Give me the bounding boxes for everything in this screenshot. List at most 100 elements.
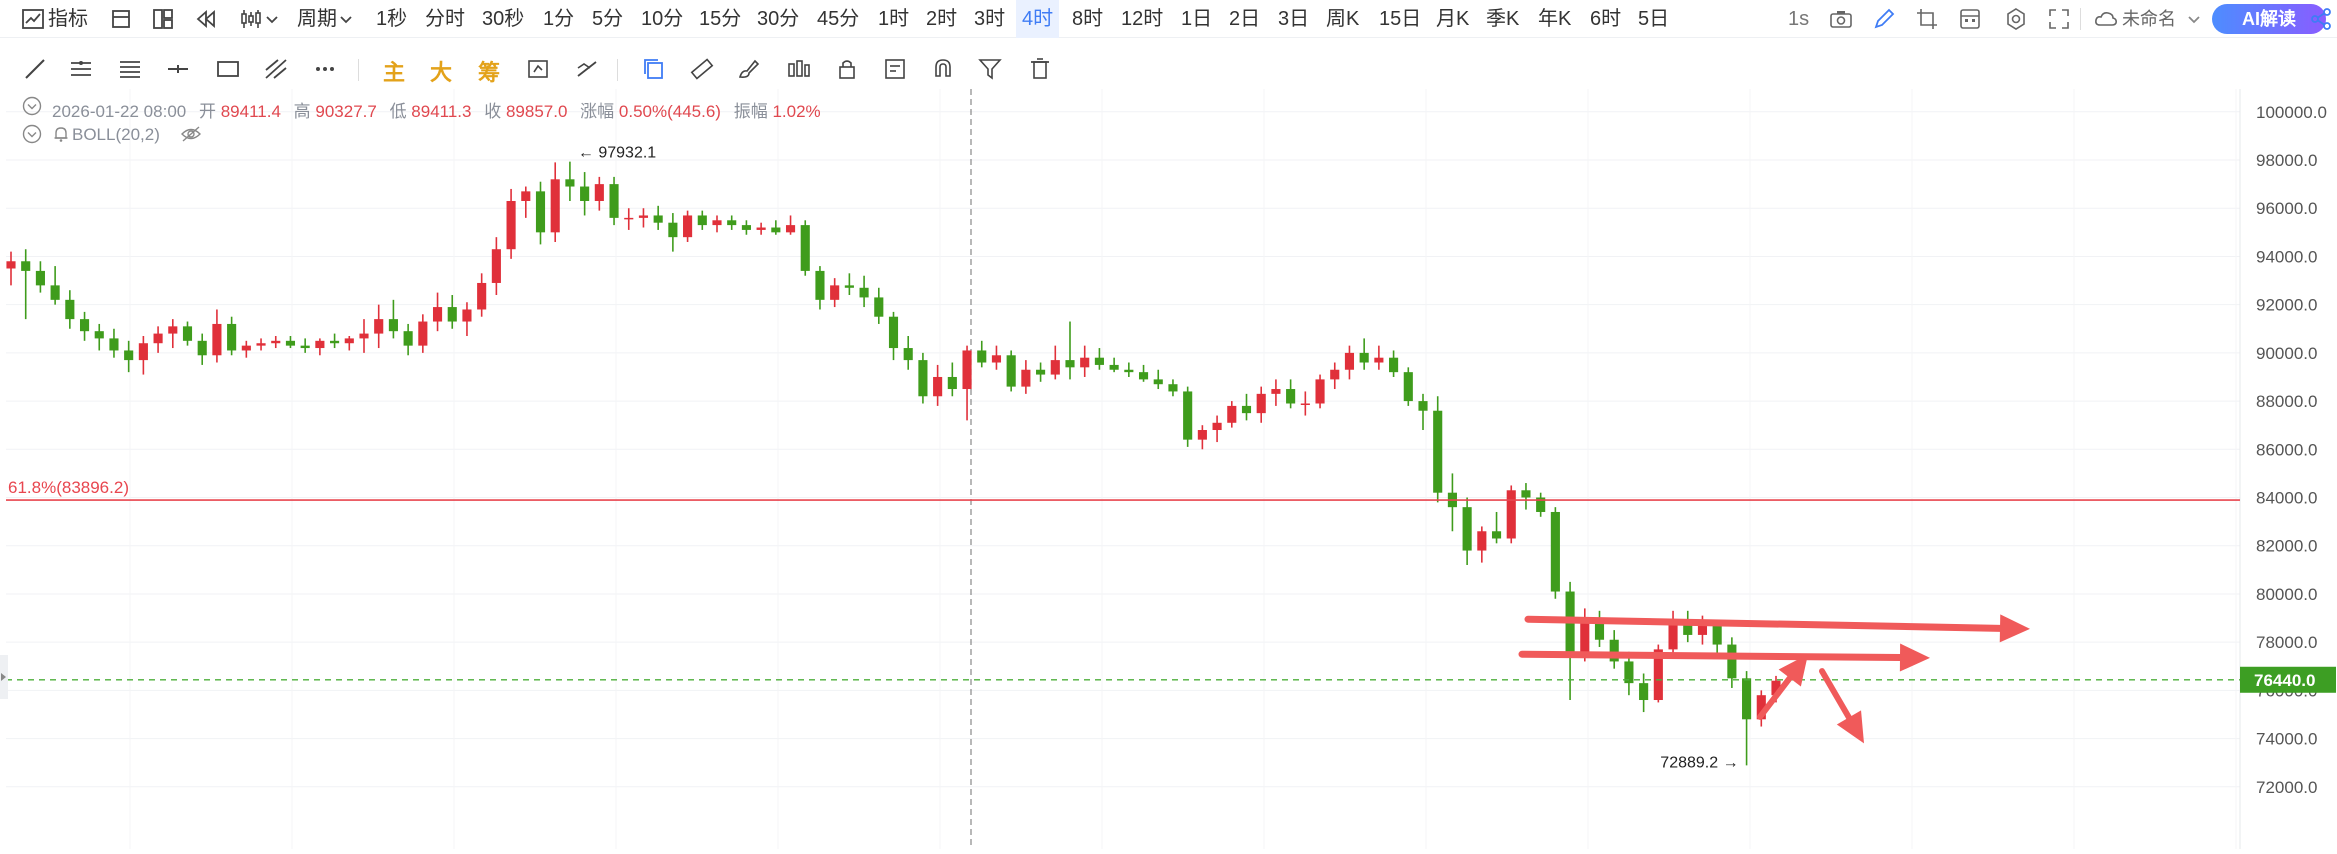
interval-6h[interactable]: 6时	[1590, 0, 1621, 38]
rectangle-icon[interactable]	[215, 56, 241, 82]
candle-body	[6, 261, 16, 269]
lock-icon[interactable]	[834, 56, 860, 82]
refresh-rate[interactable]: 1s	[1788, 0, 1809, 38]
period-button[interactable]: 周期	[297, 0, 337, 38]
left-panel-toggle[interactable]	[0, 655, 8, 699]
candle-body	[1433, 410, 1443, 493]
interval-5d[interactable]: 5日	[1638, 0, 1669, 38]
replay-icon[interactable]	[194, 6, 220, 32]
chips-button[interactable]: 筹	[478, 55, 500, 87]
candle-body	[1697, 625, 1708, 635]
interval-15m[interactable]: 15分	[699, 0, 741, 38]
candle-body	[1506, 490, 1516, 539]
brush-icon[interactable]	[736, 56, 762, 82]
candle-body	[874, 297, 884, 317]
chart-type-icon[interactable]	[238, 6, 264, 32]
horizontal-line-icon[interactable]	[165, 56, 191, 82]
indicator-chevron-icon[interactable]	[22, 124, 42, 144]
candle	[991, 345, 1002, 370]
crop-icon[interactable]	[1914, 6, 1940, 32]
period-chevron-icon[interactable]	[338, 6, 354, 32]
interval-30s[interactable]: 30秒	[482, 0, 524, 38]
camera-icon[interactable]	[1828, 6, 1854, 32]
big-order-button[interactable]: 大	[430, 55, 452, 87]
candle-body	[388, 319, 398, 332]
interval-timeshare[interactable]: 分时	[425, 0, 465, 38]
trash-icon[interactable]	[1027, 56, 1053, 82]
pattern-icon[interactable]	[263, 56, 289, 82]
ruler-icon[interactable]	[689, 56, 715, 82]
layout-chevron-icon[interactable]	[2186, 6, 2202, 32]
candle-body	[256, 343, 266, 346]
interval-4h[interactable]: 4时	[1016, 0, 1060, 38]
fib-lines-icon[interactable]	[117, 56, 143, 82]
interval-45m[interactable]: 45分	[817, 0, 859, 38]
note-icon[interactable]	[882, 56, 908, 82]
interval-1m[interactable]: 1分	[543, 0, 574, 38]
interval-1d[interactable]: 1日	[1181, 0, 1212, 38]
interval-5m[interactable]: 5分	[592, 0, 623, 38]
share-icon[interactable]	[2308, 6, 2334, 32]
interval-10m[interactable]: 10分	[641, 0, 683, 38]
open-value: 89411.4	[220, 102, 281, 121]
interval-week[interactable]: 周K	[1326, 0, 1359, 38]
interval-2d[interactable]: 2日	[1229, 0, 1260, 38]
candle	[1374, 345, 1384, 370]
candle	[359, 319, 369, 353]
indicator-button[interactable]: 指标	[48, 0, 88, 38]
interval-quarter[interactable]: 季K	[1486, 0, 1519, 38]
high-value: 90327.7	[315, 102, 377, 121]
collapse-chevron-icon[interactable]	[22, 96, 42, 116]
copy-icon[interactable]	[641, 56, 667, 82]
eye-hidden-icon[interactable]	[180, 124, 202, 144]
interval-month[interactable]: 月K	[1436, 0, 1469, 38]
candle	[1433, 396, 1443, 503]
interval-2h[interactable]: 2时	[926, 0, 957, 38]
trend-line-icon[interactable]	[22, 56, 48, 82]
candle-body	[153, 333, 163, 344]
interval-30m[interactable]: 30分	[757, 0, 799, 38]
compare-icon[interactable]	[525, 56, 551, 82]
candle	[1153, 369, 1163, 390]
y-tick-label: 74000.0	[2256, 730, 2317, 749]
candle-body	[285, 340, 296, 346]
settings-icon[interactable]	[2003, 6, 2029, 32]
pen-icon[interactable]	[1871, 6, 1897, 32]
chevron-down-icon[interactable]	[264, 6, 280, 32]
indicator-icon[interactable]	[20, 6, 46, 32]
layout-icon[interactable]	[150, 6, 176, 32]
bell-icon[interactable]	[52, 125, 70, 143]
calculator-icon[interactable]	[1957, 6, 1983, 32]
interval-15d[interactable]: 15日	[1379, 0, 1421, 38]
main-force-button[interactable]: 主	[383, 55, 405, 87]
candle	[1447, 473, 1457, 532]
candle	[1138, 364, 1149, 382]
interval-year[interactable]: 年K	[1538, 0, 1571, 38]
candle	[653, 205, 663, 230]
parallel-lines-icon[interactable]	[68, 56, 94, 82]
interval-1s[interactable]: 1秒	[376, 0, 407, 38]
candle-body	[1639, 683, 1649, 701]
candle-body	[1330, 369, 1340, 380]
layout-name[interactable]: 未命名	[2122, 0, 2176, 38]
more-tools-icon[interactable]	[312, 56, 338, 82]
candle	[1036, 362, 1046, 382]
template-icon[interactable]	[108, 6, 134, 32]
fullscreen-icon[interactable]	[2046, 6, 2072, 32]
price-chart[interactable]: 72000.074000.076000.078000.080000.082000…	[0, 89, 2337, 849]
candle	[1109, 357, 1119, 373]
interval-12h[interactable]: 12时	[1121, 0, 1163, 38]
chart-area[interactable]: 72000.074000.076000.078000.080000.082000…	[0, 89, 2337, 849]
candle-body	[197, 340, 207, 356]
filter-icon[interactable]	[977, 56, 1003, 82]
divider	[358, 59, 359, 81]
swap-icon[interactable]	[574, 56, 600, 82]
interval-8h[interactable]: 8时	[1072, 0, 1103, 38]
bars-icon[interactable]	[786, 56, 812, 82]
magnet-icon[interactable]	[930, 56, 956, 82]
interval-3d[interactable]: 3日	[1278, 0, 1309, 38]
candle	[344, 335, 354, 351]
interval-3h[interactable]: 3时	[974, 0, 1005, 38]
cloud-icon[interactable]	[2093, 6, 2119, 32]
interval-1h[interactable]: 1时	[878, 0, 909, 38]
